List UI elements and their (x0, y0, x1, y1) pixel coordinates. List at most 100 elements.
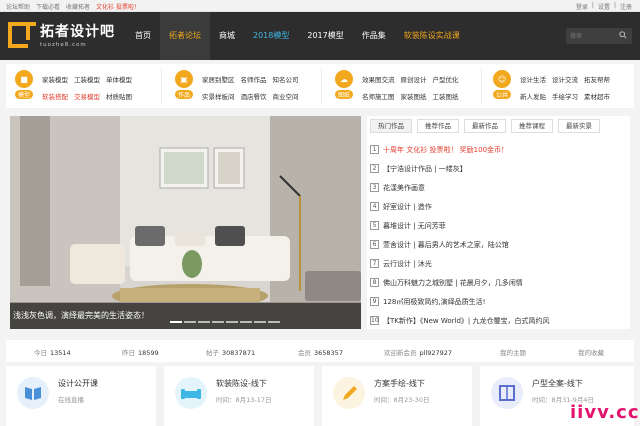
download-link[interactable]: 下载必看 (36, 2, 60, 11)
slider-dot[interactable] (198, 321, 210, 323)
logo-domain: tuozhe8.com (40, 42, 87, 48)
category-link[interactable]: 拓友帮帮 (584, 74, 610, 87)
item-title[interactable]: 128㎡用极致简约,演绎品质生活! (383, 297, 485, 307)
category-link[interactable]: 家装模型 (42, 74, 68, 87)
item-number: 10 (370, 316, 379, 325)
settings-link[interactable]: 设置 (598, 2, 610, 11)
category-link[interactable]: 工装模型 (74, 74, 100, 87)
item-title[interactable]: 暮堆设计 | 无问芳菲 (383, 221, 446, 231)
tab-latest-real-scenes[interactable]: 最新实景 (558, 119, 600, 133)
nav-forum[interactable]: 拓者论坛 (160, 12, 210, 60)
slider-caption[interactable]: 浅浅灰色调，演绎最完美的生活姿态！ (13, 310, 149, 321)
course-card-soft-decor[interactable]: 软装陈设-线下 时间：8月13-17日 (164, 366, 314, 426)
stat-posts: 帖子 30837871 (206, 349, 256, 357)
nav-decor-course[interactable]: 软装陈设实战课 (395, 12, 469, 60)
nav-portfolio[interactable]: 作品集 (353, 12, 395, 60)
nav-2017-models[interactable]: 2017模型 (298, 12, 352, 60)
course-card-open-class[interactable]: 设计公开课 在线直播 (6, 366, 156, 426)
category-link[interactable]: 设计交流 (552, 74, 578, 87)
nav-home[interactable]: 首页 (126, 12, 160, 60)
category-link[interactable]: 家装图纸 (401, 91, 427, 104)
category-link[interactable]: 实景样板间 (202, 91, 235, 104)
item-title[interactable]: 【宁浩设计作品 | 一缕灰】 (383, 164, 467, 174)
list-item[interactable]: 3 花漾美作画意 (370, 178, 626, 197)
category-link[interactable]: 原创设计 (401, 74, 427, 87)
slider-dot[interactable] (226, 321, 238, 323)
item-title[interactable]: 萱舍设计 | 暮后男人的艺术之家，陆公馆 (383, 240, 509, 250)
living-room-photo (10, 116, 361, 329)
my-favorites-link[interactable]: 我的收藏 (578, 347, 604, 357)
tab-latest-works[interactable]: 最新作品 (464, 119, 506, 133)
search-icon[interactable] (619, 31, 627, 39)
new-member-link[interactable]: pll927927 (420, 349, 453, 357)
people-icon: ☺ (493, 70, 511, 88)
search-input[interactable] (570, 30, 616, 42)
category-link[interactable]: 户型优化 (433, 74, 459, 87)
tab-recommended-works[interactable]: 推荐作品 (417, 119, 459, 133)
my-posts-link[interactable]: 我的主题 (500, 347, 526, 357)
slider-dot[interactable] (184, 321, 196, 323)
item-title[interactable]: 云行设计 | 沐光 (383, 259, 432, 269)
slider-dot[interactable] (240, 321, 252, 323)
register-link[interactable]: 注册 (620, 2, 632, 11)
account-links: 登录 | 设置 | 注册 (576, 2, 632, 11)
item-title[interactable]: 花漾美作画意 (383, 183, 425, 193)
category-models: ■ 模型 家装模型 工装模型 单体模型 软装搭配 交易模型 材质贴图 (12, 68, 162, 104)
help-link[interactable]: 论坛帮助 (6, 2, 30, 11)
category-link[interactable]: 工装图纸 (433, 91, 459, 104)
category-link[interactable]: 名师施工图 (362, 91, 395, 104)
category-link[interactable]: 单体模型 (106, 74, 132, 87)
item-title[interactable]: 十周年 文化衫 投票啦！ 奖励100金币！ (383, 145, 508, 155)
stat-members: 会员 3658357 (298, 349, 343, 357)
card-desc: 在线直播 (58, 396, 84, 404)
category-badge: 图纸 (334, 90, 353, 99)
list-item[interactable]: 6 萱舍设计 | 暮后男人的艺术之家，陆公馆 (370, 235, 626, 254)
slider-dot[interactable] (170, 321, 182, 323)
category-link[interactable]: 软装搭配 (42, 91, 68, 104)
list-item[interactable]: 9 128㎡用极致简约,演绎品质生活! (370, 292, 626, 311)
item-title[interactable]: 好室设计 | 造作 (383, 202, 432, 212)
stat-members-value: 3658357 (314, 349, 343, 357)
site-logo[interactable]: 拓者设计吧 tuozhe8.com (8, 21, 115, 48)
tab-hot-works[interactable]: 热门作品 (370, 119, 412, 133)
item-title[interactable]: 佛山万科魅力之城别墅 | 花晨月夕，几多闲情 (383, 278, 523, 288)
tab-recommended-courses[interactable]: 推荐课程 (511, 119, 553, 133)
list-item[interactable]: 5 暮堆设计 | 无问芳菲 (370, 216, 626, 235)
pen-icon (333, 377, 365, 409)
item-number: 8 (370, 278, 379, 287)
category-bar: ■ 模型 家装模型 工装模型 单体模型 软装搭配 交易模型 材质贴图 ▣ 作品 … (6, 64, 634, 108)
course-card-sketch[interactable]: 方案手绘-线下 时间：8月23-30日 (322, 366, 472, 426)
list-item[interactable]: 7 云行设计 | 沐光 (370, 254, 626, 273)
category-link[interactable]: 酒店餐饮 (241, 91, 267, 104)
slider-dot[interactable] (212, 321, 224, 323)
list-item[interactable]: 8 佛山万科魅力之城别墅 | 花晨月夕，几多闲情 (370, 273, 626, 292)
category-link[interactable]: 手绘学习 (552, 91, 578, 104)
nav-2018-models[interactable]: 2018模型 (244, 12, 298, 60)
stat-today: 今日 13514 (34, 349, 71, 357)
slider-dot[interactable] (268, 321, 280, 323)
list-item[interactable]: 1 十周年 文化衫 投票啦！ 奖励100金币！ (370, 140, 626, 159)
category-link[interactable]: 商业空间 (273, 91, 299, 104)
category-link[interactable]: 材质贴图 (106, 91, 132, 104)
category-link[interactable]: 新人发贴 (520, 91, 546, 104)
item-title[interactable]: 【TK新作】《New World》| 九龙仓璽宝，白式简约风 (383, 316, 550, 326)
featured-slider[interactable]: 浅浅灰色调，演绎最完美的生活姿态！ (10, 116, 361, 329)
slider-pagination (170, 321, 280, 323)
news-tabs: 热门作品 推荐作品 最新作品 推荐课程 最新实景 (370, 119, 600, 133)
list-item[interactable]: 2 【宁浩设计作品 | 一缕灰】 (370, 159, 626, 178)
category-link[interactable]: 交易模型 (74, 91, 100, 104)
list-item[interactable]: 10 【TK新作】《New World》| 九龙仓璽宝，白式简约风 (370, 311, 626, 330)
list-item[interactable]: 4 好室设计 | 造作 (370, 197, 626, 216)
category-link[interactable]: 知名公司 (273, 74, 299, 87)
category-link[interactable]: 效果图交流 (362, 74, 395, 87)
category-link[interactable]: 名师作品 (241, 74, 267, 87)
category-link[interactable]: 家居别墅区 (202, 74, 235, 87)
category-link[interactable]: 设计生活 (520, 74, 546, 87)
vote-link[interactable]: 文化衫 投票啦！ (96, 2, 140, 11)
nav-shop[interactable]: 商城 (210, 12, 244, 60)
stat-posts-value: 30837871 (222, 349, 256, 357)
login-link[interactable]: 登录 (576, 2, 588, 11)
slider-dot[interactable] (254, 321, 266, 323)
bookmark-link[interactable]: 收藏拓者 (66, 2, 90, 11)
category-link[interactable]: 素材超市 (584, 91, 610, 104)
